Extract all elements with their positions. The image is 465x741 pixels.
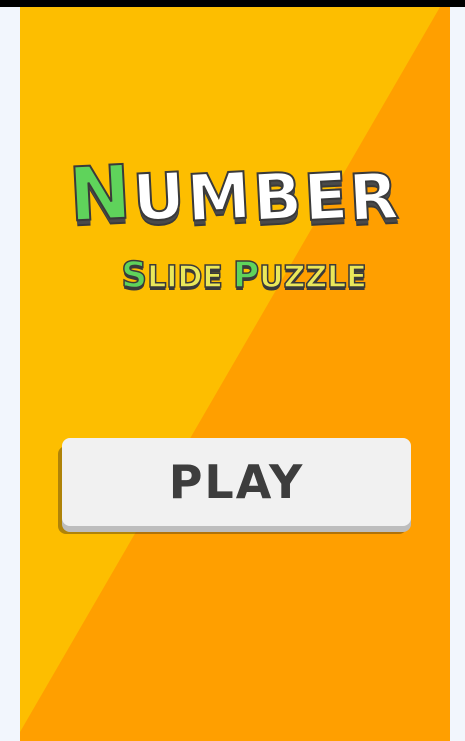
- top-bar: [0, 0, 465, 7]
- title-letter: M: [184, 158, 255, 237]
- subtitle-word-slide: LIDE: [146, 260, 223, 295]
- title-letter: E: [301, 159, 353, 237]
- game-screen: NUMBER SLIDE PUZZLE PLAY: [20, 7, 450, 741]
- game-title: NUMBER: [20, 148, 450, 239]
- title-letter: U: [130, 159, 190, 238]
- subtitle-letter-p: P: [232, 255, 260, 296]
- game-subtitle: SLIDE PUZZLE: [29, 255, 450, 296]
- title-letter: B: [250, 159, 307, 238]
- play-button-label: PLAY: [168, 455, 305, 509]
- subtitle-word-puzzle: UZZLE: [259, 260, 368, 295]
- diagonal-background: [20, 7, 450, 741]
- left-margin: [0, 7, 20, 741]
- play-button[interactable]: PLAY: [62, 438, 411, 526]
- title-letter-n: N: [66, 148, 136, 239]
- title-letter: R: [347, 159, 404, 238]
- subtitle-letter-s: S: [121, 255, 148, 296]
